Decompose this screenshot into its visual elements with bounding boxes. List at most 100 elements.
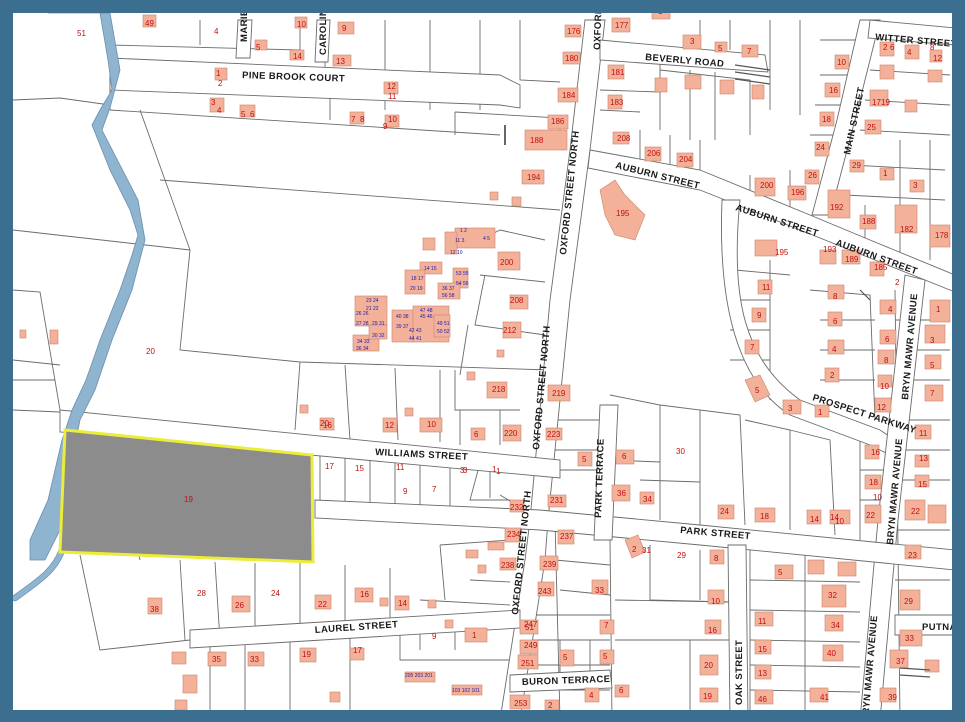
lot-number: 5 (582, 455, 587, 464)
street-label-marie: MARIE (239, 9, 250, 42)
svg-text:36 37: 36 37 (442, 286, 455, 292)
street-label-carolina: CAROLINA (318, 2, 329, 55)
lot-number: 5 (930, 361, 935, 370)
lot-number: 1 (496, 467, 501, 476)
lot-number: 182 (900, 225, 914, 234)
lot-number: 6 (833, 317, 838, 326)
lot-number: 195 (616, 209, 630, 218)
lot-number: 8 (930, 43, 935, 52)
lot-number: 39 (888, 693, 897, 702)
lot-number: 16 (323, 421, 332, 430)
lot-number: 186 (551, 117, 565, 126)
lot-number: 4 (832, 345, 837, 354)
lot-number: 3 (211, 98, 216, 107)
svg-text:39 37: 39 37 (396, 324, 409, 330)
lot-number: 34 (831, 621, 840, 630)
svg-text:50 52: 50 52 (437, 329, 450, 335)
svg-text:20: 20 (146, 347, 155, 356)
lot-number: 9 (403, 487, 408, 496)
lot-number: 18 (822, 115, 831, 124)
lot-number: 9 (342, 24, 347, 33)
svg-text:12 10: 12 10 (450, 250, 463, 256)
buildings (19, 13, 951, 710)
parcel-map[interactable]: 19 PINE BROOK COURT BEVERLY ROAD WITTER … (0, 0, 965, 722)
lot-number: 200 (760, 181, 774, 190)
map-frame: 19 PINE BROOK COURT BEVERLY ROAD WITTER … (0, 0, 965, 722)
lot-number: 223 (547, 430, 561, 439)
lot-number: 195 (775, 248, 789, 257)
lot-number: 12 (387, 82, 396, 91)
lot-number: 196 (791, 188, 805, 197)
lot-number: 3 (690, 37, 695, 46)
lot-number: 5 (718, 44, 723, 53)
lot-number: 2 (548, 701, 553, 710)
lot-number: 22 (866, 511, 875, 520)
lot-number: 24 (720, 507, 729, 516)
lot-number: 8 (360, 115, 365, 124)
svg-text:4 5: 4 5 (483, 236, 490, 242)
lot-number: 239 (543, 560, 557, 569)
lot-number: 4 (214, 27, 219, 36)
svg-text:11 3: 11 3 (455, 238, 465, 244)
lot-number: 16 (708, 626, 717, 635)
lot-number: 41 (820, 693, 829, 702)
lot-number: 5 (755, 386, 760, 395)
lot-number: 6 (622, 452, 627, 461)
lot-number: 249 (524, 641, 538, 650)
lot-number: 219 (552, 389, 566, 398)
lot-number: 19 (302, 650, 311, 659)
svg-text:49 51: 49 51 (437, 321, 450, 327)
svg-text:44 41: 44 41 (409, 336, 422, 342)
lot-number: 188 (530, 136, 544, 145)
lot-number: 4 (888, 305, 893, 314)
lot-number: 10 (711, 597, 720, 606)
lot-number: 37 (896, 657, 905, 666)
svg-text:56 58: 56 58 (442, 293, 455, 299)
lot-number: 10 (297, 20, 306, 29)
svg-text:29 31: 29 31 (372, 321, 385, 327)
lot-number: 16 (360, 590, 369, 599)
lot-number: 18 (869, 478, 878, 487)
lot-number: 36 (617, 489, 626, 498)
lot-number: 237 (560, 532, 574, 541)
lot-number: 22 (318, 600, 327, 609)
lot-number: 10 (837, 58, 846, 67)
lot-number: 208 (617, 134, 631, 143)
lot-number: 15 (918, 480, 927, 489)
lot-number: 6 (474, 430, 479, 439)
parcel-number: 19 (184, 495, 193, 504)
svg-text:14 15: 14 15 (424, 266, 437, 272)
street-label-oxford-top: OXFORD (592, 7, 604, 50)
lot-number: 5 (256, 43, 261, 52)
lot-number: 204 (679, 155, 693, 164)
street-label-putnam: PUTNA (922, 622, 957, 633)
lot-number: 2 (895, 278, 900, 287)
lot-number: 28 (197, 589, 206, 598)
lot-number: 194 (527, 173, 541, 182)
lot-number: 12 (385, 421, 394, 430)
lot-number: 192 (830, 203, 844, 212)
lot-number: 8 (833, 292, 838, 301)
lot-number: 33 (905, 634, 914, 643)
lot-number: 6 (885, 335, 890, 344)
lot-number: 5 (778, 568, 783, 577)
lot-number: 212 (503, 326, 517, 335)
svg-text:27 28: 27 28 (356, 321, 369, 327)
lot-number: 33 (250, 655, 259, 664)
lot-number: 32 (828, 591, 837, 600)
svg-text:103 102 101: 103 102 101 (452, 688, 480, 694)
lot-number: 10 (388, 115, 397, 124)
lot-number: 11 (396, 463, 405, 472)
svg-text:20 19: 20 19 (410, 286, 423, 292)
svg-text:205 203 201: 205 203 201 (405, 673, 433, 679)
lot-number: 1 (492, 465, 497, 474)
highlighted-parcel[interactable]: 19 (58, 428, 315, 564)
lot-number: 38 (150, 605, 159, 614)
lot-number: 220 (504, 429, 518, 438)
lot-number: 180 (565, 54, 579, 63)
lot-number: 26 (808, 171, 817, 180)
lot-number: 33 (595, 586, 604, 595)
lot-number: 16 (829, 86, 838, 95)
lot-number: 243 (538, 587, 552, 596)
lot-number: 46 (758, 695, 767, 704)
